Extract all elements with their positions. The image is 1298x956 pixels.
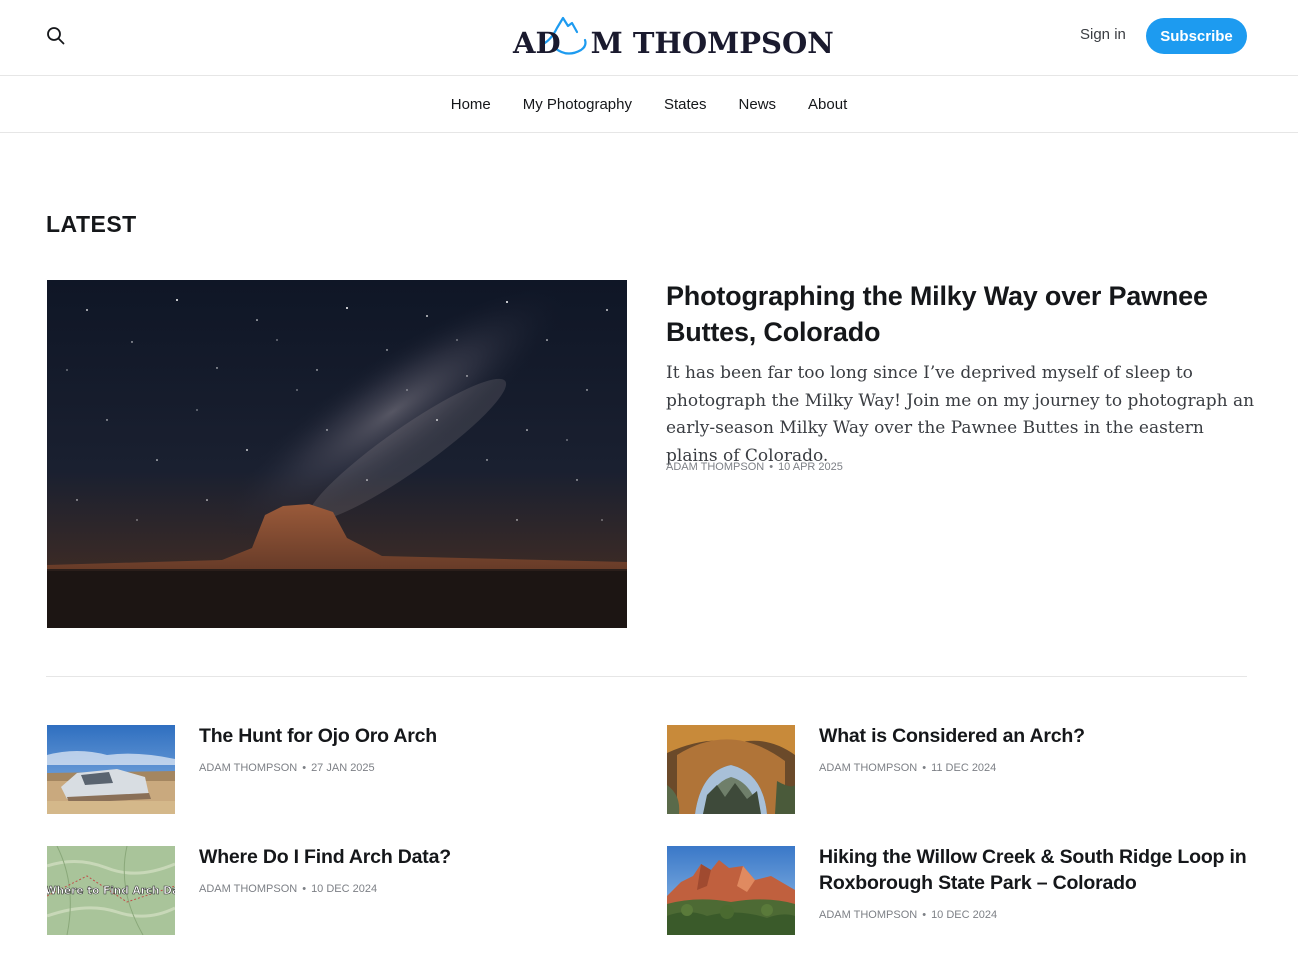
post-thumbnail[interactable] (47, 725, 175, 814)
post-thumbnail[interactable]: Where to Find Arch Data (47, 846, 175, 935)
sign-in-link[interactable]: Sign in (1080, 26, 1126, 43)
meta-separator: • (302, 883, 307, 895)
featured-post-excerpt: It has been far too long since I’ve depr… (666, 363, 1255, 466)
post-author[interactable]: ADAM THOMPSON (199, 762, 297, 774)
search-icon (47, 27, 65, 45)
abandoned-car-photo (47, 725, 175, 814)
site-logo[interactable]: AD M THOMPSON (513, 14, 834, 60)
nav-item-my-photography[interactable]: My Photography (523, 96, 632, 113)
post-card: The Hunt for Ojo Oro Arch ADAM THOMPSON •… (47, 725, 627, 815)
post-card: What is Considered an Arch? ADAM THOMPSO… (667, 725, 1247, 815)
logo-text-right: M THOMPSON (590, 26, 834, 60)
nav-item-news[interactable]: News (739, 96, 777, 113)
post-date: 10 DEC 2024 (311, 883, 378, 895)
meta-separator: • (302, 762, 307, 774)
post-title[interactable]: What is Considered an Arch? (819, 723, 1249, 749)
post-title[interactable]: The Hunt for Ojo Oro Arch (199, 723, 629, 749)
post-thumbnail[interactable] (667, 725, 795, 814)
post-card: Where to Find Arch Data Where Do I Find … (47, 846, 627, 936)
meta-separator: • (922, 762, 927, 774)
section-divider (46, 676, 1247, 677)
meta-separator: • (769, 461, 774, 473)
rock-arch-photo (667, 725, 795, 814)
section-title: LATEST (46, 211, 137, 237)
post-author[interactable]: ADAM THOMPSON (199, 883, 297, 895)
featured-post-title[interactable]: Photographing the Milky Way over Pawnee … (666, 278, 1256, 350)
post-title[interactable]: Hiking the Willow Creek & South Ridge Lo… (819, 844, 1249, 896)
nav-item-about[interactable]: About (808, 96, 847, 113)
meta-separator: • (922, 909, 927, 921)
nav-item-states[interactable]: States (664, 96, 707, 113)
featured-post-image[interactable] (47, 280, 627, 628)
site-header: AD M THOMPSON Sign in Subscribe (0, 0, 1298, 76)
search-button[interactable] (46, 26, 66, 46)
post-meta: ADAM THOMPSON • 10 DEC 2024 (199, 883, 377, 895)
topo-map-thumbnail: Where to Find Arch Data (47, 846, 175, 935)
logo-text-left: AD (513, 26, 561, 60)
post-date: 27 JAN 2025 (311, 762, 375, 774)
post-meta: ADAM THOMPSON • 27 JAN 2025 (199, 762, 375, 774)
post-date: 10 APR 2025 (778, 461, 843, 473)
featured-post-meta: ADAM THOMPSON • 10 APR 2025 (666, 461, 843, 473)
post-meta: ADAM THOMPSON • 10 DEC 2024 (819, 909, 997, 921)
subscribe-button[interactable]: Subscribe (1146, 18, 1247, 54)
post-thumbnail[interactable] (667, 846, 795, 935)
main-nav: Home My Photography States News About (0, 76, 1298, 133)
thumbnail-caption: Where to Find Arch Data (47, 885, 175, 897)
red-rocks-photo (667, 846, 795, 935)
milky-way-photo (47, 280, 627, 628)
post-meta: ADAM THOMPSON • 11 DEC 2024 (819, 762, 996, 774)
post-title[interactable]: Where Do I Find Arch Data? (199, 844, 629, 870)
logo-text: AD M THOMPSON (513, 26, 834, 60)
post-author[interactable]: ADAM THOMPSON (819, 909, 917, 921)
post-author[interactable]: ADAM THOMPSON (666, 461, 764, 473)
post-card: Hiking the Willow Creek & South Ridge Lo… (667, 846, 1247, 936)
post-date: 11 DEC 2024 (931, 762, 997, 774)
post-author[interactable]: ADAM THOMPSON (819, 762, 917, 774)
post-date: 10 DEC 2024 (931, 909, 998, 921)
nav-item-home[interactable]: Home (451, 96, 491, 113)
